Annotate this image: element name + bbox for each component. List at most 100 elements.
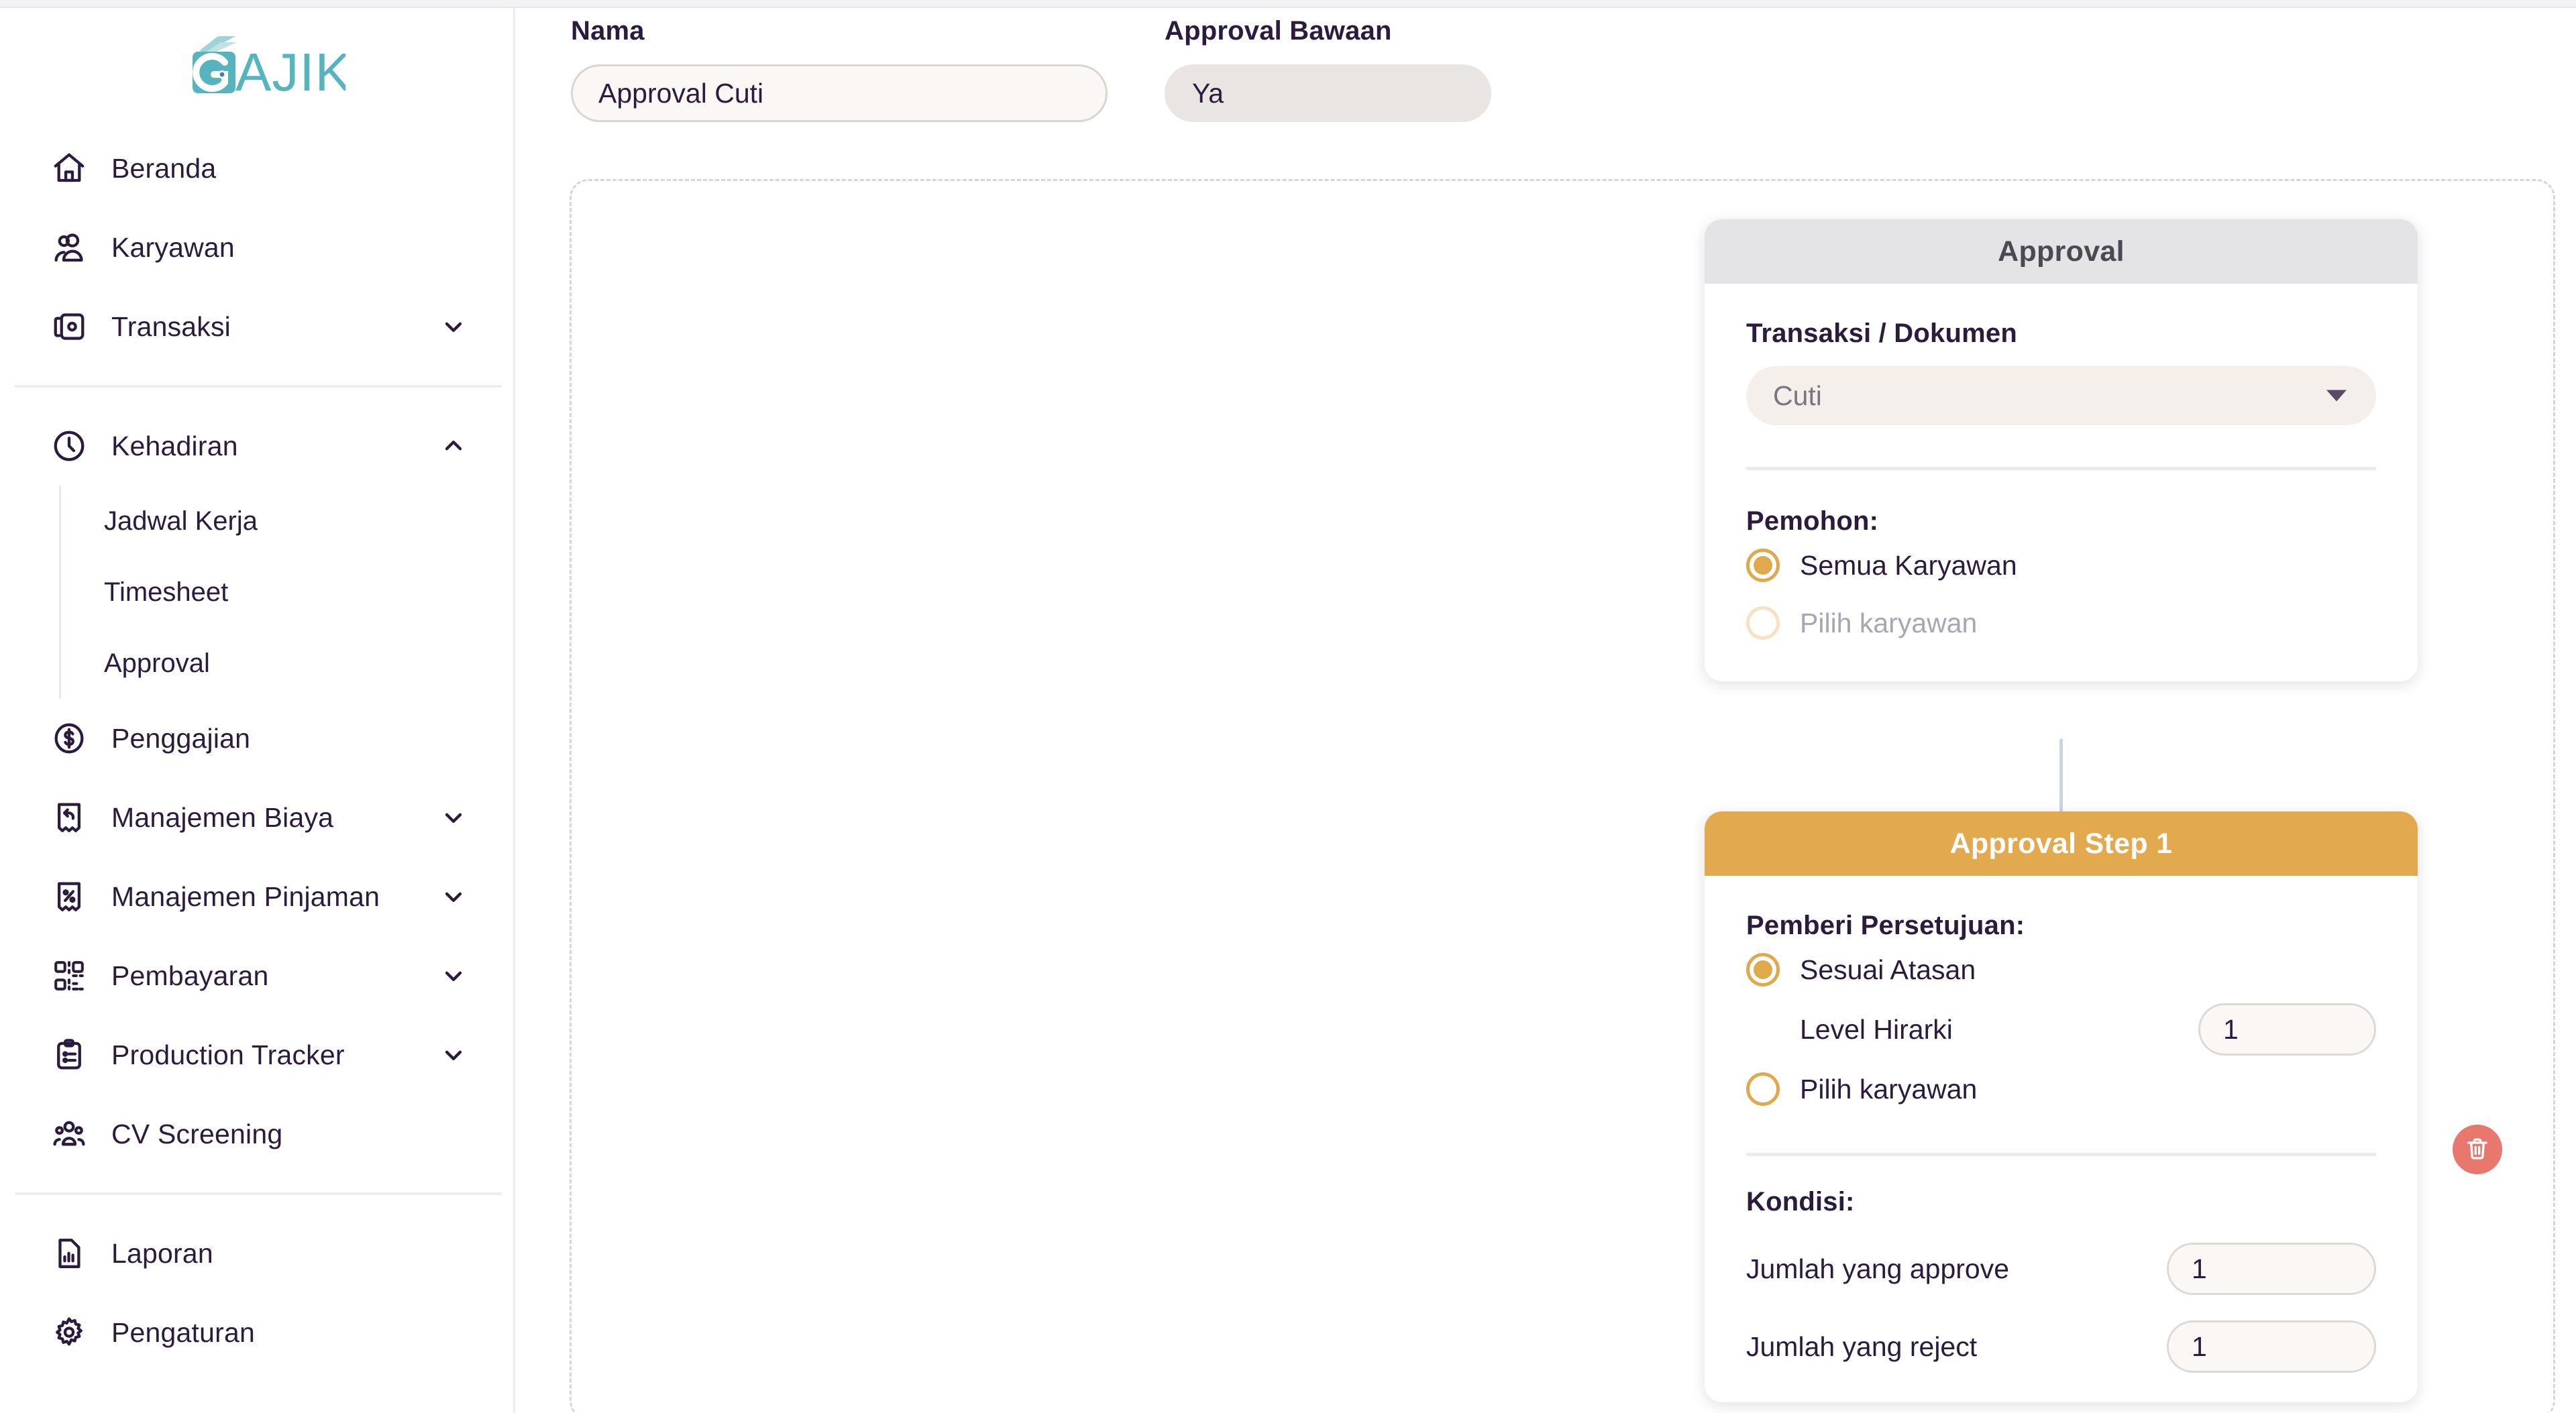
sidebar-divider-top [15, 385, 502, 388]
sidebar-item-transaksi[interactable]: Transaksi [0, 287, 513, 366]
level-hirarki-label: Level Hirarki [1800, 1013, 1953, 1045]
chevron-down-icon [2326, 390, 2347, 402]
level-hirarki-input[interactable]: 1 [2198, 1003, 2376, 1056]
sidebar-item-manajemen-pinjaman[interactable]: Manajemen Pinjaman [0, 857, 513, 936]
kehadiran-submenu: Jadwal Kerja Timesheet Approval [59, 486, 513, 699]
users-icon [48, 227, 90, 268]
gear-icon [48, 1312, 90, 1353]
svg-text:AJIKU: AJIKU [235, 42, 345, 95]
qr-code-icon [48, 955, 90, 997]
viewport-top-strip [0, 0, 2576, 8]
people-group-icon [48, 1113, 90, 1155]
nama-label: Nama [571, 16, 645, 46]
transaksi-dokumen-label: Transaksi / Dokumen [1746, 319, 2017, 348]
receipt-return-icon [48, 797, 90, 838]
wallet-g-logo-icon: AJIKU [193, 36, 345, 95]
transaksi-dokumen-value: Cuti [1773, 380, 1822, 411]
kondisi-approve-label: Jumlah yang approve [1746, 1253, 2010, 1284]
transaction-icon [48, 306, 90, 347]
radio-icon [1746, 549, 1780, 582]
kondisi-reject-label: Jumlah yang reject [1746, 1331, 1978, 1362]
clock-icon [48, 425, 90, 467]
approval-card-divider [1746, 467, 2376, 470]
sidebar-item-label: Laporan [111, 1237, 213, 1269]
sidebar-item-production-tracker[interactable]: Production Tracker [0, 1015, 513, 1094]
sidebar-item-kehadiran[interactable]: Kehadiran [0, 406, 513, 486]
sidebar-nav: Beranda Karyawan Transaksi Kehadiran Jad… [0, 129, 513, 1372]
report-chart-icon [48, 1233, 90, 1274]
sidebar-subitem-jadwal-kerja[interactable]: Jadwal Kerja [61, 486, 513, 557]
approval-card-title: Approval [1705, 219, 2418, 284]
home-icon [48, 148, 90, 189]
sidebar-item-manajemen-biaya[interactable]: Manajemen Biaya [0, 778, 513, 857]
sidebar-item-karyawan[interactable]: Karyawan [0, 208, 513, 287]
sidebar-item-label: Pengaturan [111, 1316, 256, 1348]
sidebar-subitem-approval[interactable]: Approval [61, 628, 513, 699]
sidebar-item-label: Production Tracker [111, 1039, 345, 1070]
approval-step-title: Approval Step 1 [1705, 811, 2418, 876]
sidebar-subitem-timesheet[interactable]: Timesheet [61, 557, 513, 628]
sidebar-item-label: CV Screening [111, 1118, 283, 1149]
pemohon-label: Pemohon: [1746, 506, 1879, 536]
chevron-down-icon[interactable] [440, 313, 467, 340]
approval-card-body: Transaksi / Dokumen Cuti Pemohon: Semua … [1705, 284, 2418, 681]
pemberi-option-sesuai-atasan[interactable]: Sesuai Atasan [1746, 941, 2376, 999]
chevron-down-icon[interactable] [440, 883, 467, 910]
radio-icon [1746, 606, 1780, 640]
transaksi-dokumen-select[interactable]: Cuti [1746, 366, 2376, 425]
sidebar-item-cv-screening[interactable]: CV Screening [0, 1094, 513, 1174]
brand-logo[interactable]: AJIKU [0, 20, 513, 107]
sidebar-item-label: Beranda [111, 152, 217, 184]
sidebar-item-label: Kehadiran [111, 430, 238, 461]
pemohon-option-label: Semua Karyawan [1800, 549, 2017, 581]
chevron-down-icon[interactable] [440, 804, 467, 831]
sidebar-item-laporan[interactable]: Laporan [0, 1214, 513, 1293]
approval-bawaan-field-group: Approval Bawaan Ya [1165, 16, 1491, 122]
sidebar-subitem-label: Approval [104, 648, 210, 678]
pemohon-option-pilih-karyawan[interactable]: Pilih karyawan [1746, 594, 2376, 652]
chevron-down-icon[interactable] [440, 1041, 467, 1068]
pemohon-option-label: Pilih karyawan [1800, 607, 1978, 638]
sidebar-item-beranda[interactable]: Beranda [0, 129, 513, 208]
kondisi-approve-input[interactable]: 1 [2167, 1243, 2376, 1295]
approval-card: Approval Transaksi / Dokumen Cuti Pemoho… [1705, 219, 2418, 681]
sidebar-item-label: Transaksi [111, 310, 231, 342]
approval-bawaan-input[interactable]: Ya [1165, 64, 1491, 122]
radio-icon [1746, 1072, 1780, 1106]
trash-icon [2464, 1135, 2491, 1164]
sidebar-item-pembayaran[interactable]: Pembayaran [0, 936, 513, 1015]
flow-connector-line [2059, 739, 2063, 813]
pemberi-option-label: Sesuai Atasan [1800, 954, 1976, 985]
nama-input[interactable]: Approval Cuti [571, 64, 1108, 122]
sidebar: AJIKU Beranda [0, 8, 515, 1413]
app-root: AJIKU Beranda [0, 0, 2576, 1413]
sidebar-item-penggajian[interactable]: Penggajian [0, 699, 513, 778]
approval-bawaan-label: Approval Bawaan [1165, 16, 1392, 46]
approval-step-card: Approval Step 1 Pemberi Persetujuan: Ses… [1705, 811, 2418, 1402]
pemberi-persetujuan-label: Pemberi Persetujuan: [1746, 911, 2025, 940]
sidebar-item-label: Penggajian [111, 722, 251, 754]
dollar-circle-icon [48, 718, 90, 759]
chevron-down-icon[interactable] [440, 962, 467, 989]
sidebar-divider-bottom [15, 1192, 502, 1195]
kondisi-row-reject: Jumlah yang reject 1 [1746, 1320, 2376, 1373]
delete-step-button[interactable] [2453, 1125, 2502, 1174]
kondisi-reject-input[interactable]: 1 [2167, 1320, 2376, 1373]
receipt-percent-icon [48, 876, 90, 917]
kondisi-label: Kondisi: [1746, 1187, 1855, 1217]
radio-icon [1746, 953, 1780, 986]
nama-field-group: Nama Approval Cuti [571, 16, 1108, 122]
sidebar-item-pengaturan[interactable]: Pengaturan [0, 1293, 513, 1372]
pemberi-option-pilih-karyawan[interactable]: Pilih karyawan [1746, 1060, 2376, 1118]
sidebar-item-label: Manajemen Pinjaman [111, 881, 380, 912]
sidebar-item-label: Manajemen Biaya [111, 801, 334, 833]
chevron-up-icon[interactable] [440, 433, 467, 459]
approval-step-body: Pemberi Persetujuan: Sesuai Atasan Level… [1705, 876, 2418, 1402]
kondisi-row-approve: Jumlah yang approve 1 [1746, 1243, 2376, 1295]
main-content: Nama Approval Cuti Approval Bawaan Ya Ap… [517, 8, 2576, 1413]
pemohon-option-semua-karyawan[interactable]: Semua Karyawan [1746, 536, 2376, 594]
sidebar-item-label: Pembayaran [111, 960, 269, 991]
approval-form-header: Nama Approval Cuti Approval Bawaan Ya [571, 16, 1491, 122]
approval-step-divider [1746, 1153, 2376, 1156]
pemberi-option-label: Pilih karyawan [1800, 1073, 1978, 1105]
